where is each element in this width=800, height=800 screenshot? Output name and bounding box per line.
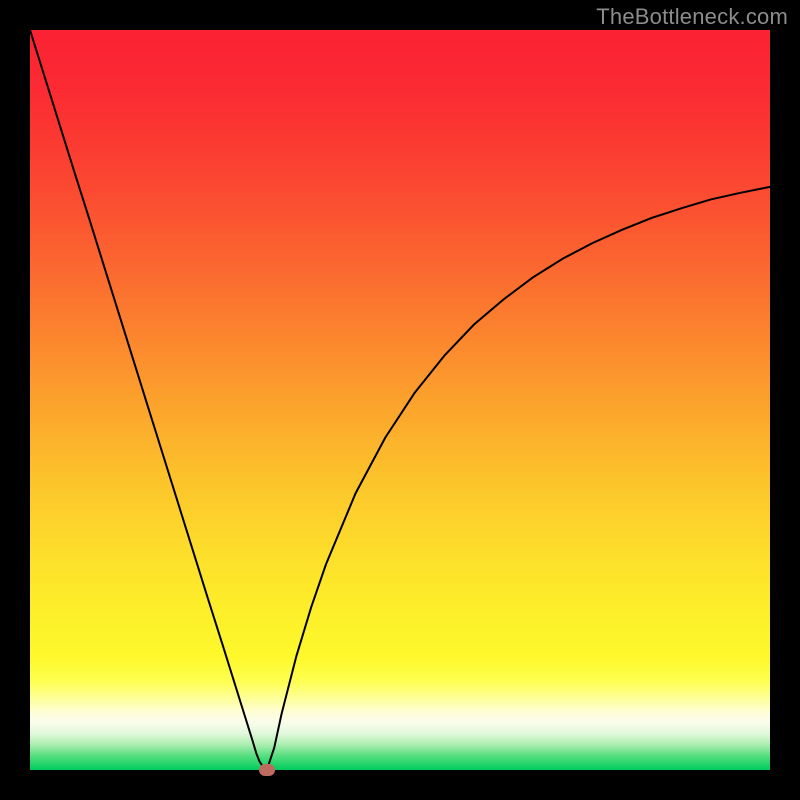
chart-curve-svg	[30, 30, 770, 770]
optimal-point-marker	[259, 764, 275, 776]
bottleneck-curve	[30, 30, 770, 770]
watermark-text: TheBottleneck.com	[596, 4, 788, 30]
chart-frame	[30, 30, 770, 770]
